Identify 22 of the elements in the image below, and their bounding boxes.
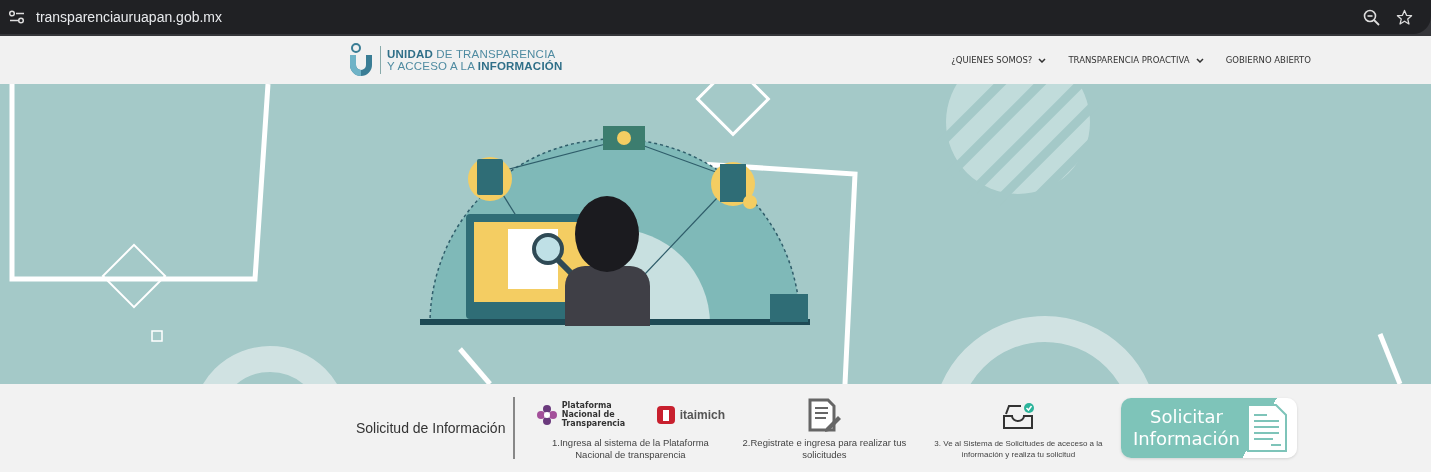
flower-logo-icon <box>535 403 558 426</box>
square-logo-icon <box>655 404 676 425</box>
chevron-down-icon <box>1195 57 1204 63</box>
nav-link[interactable]: GOBIERNO ABIERTO <box>1225 55 1311 65</box>
step-text: 3. Ve al Sistema de Solicitudes de aceceso a la información y realiza tu solicitud <box>933 437 1104 460</box>
inbox-check-icon <box>1000 401 1037 430</box>
logo-text: itaimich <box>679 407 726 422</box>
site-settings-icon[interactable] <box>8 10 26 24</box>
step-text: 1.Ingresa al sistema de la Plataforma Nacional de transparencia <box>551 436 710 461</box>
zoom-out-icon[interactable] <box>1363 8 1380 26</box>
nav-link[interactable]: TRANSPARENCIA PROACTIVA <box>1068 55 1204 65</box>
url-text[interactable]: transparenciauruapan.gob.mx <box>36 9 222 25</box>
logo-text: UNIDAD DE TRANSPARENCIA <box>387 48 557 60</box>
star-icon[interactable] <box>1396 8 1413 26</box>
logo-text: Plataforma Nacional de Transparencia <box>561 401 627 428</box>
logo-icon <box>348 43 374 77</box>
step-text: 2.Registrate e ingresa para realizar tus solicitudes <box>741 436 908 461</box>
chevron-down-icon <box>1038 57 1047 63</box>
logo-text: Y ACCESO A LA INFORMACIÓN <box>387 60 563 72</box>
document-icon <box>1245 403 1290 453</box>
section-title: Solicitud de Información <box>356 420 506 436</box>
nav-link[interactable]: ¿QUIENES SOMOS? <box>951 55 1047 65</box>
